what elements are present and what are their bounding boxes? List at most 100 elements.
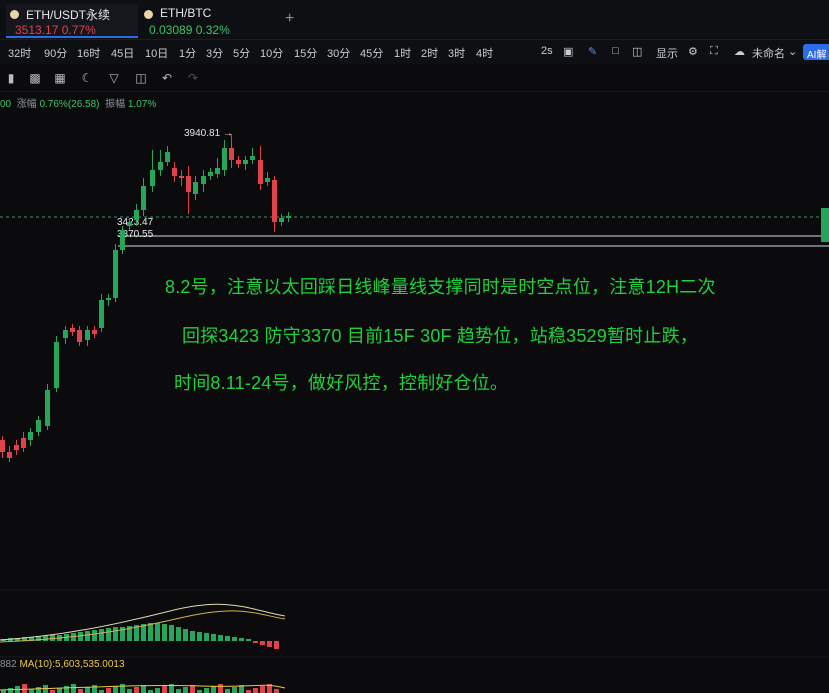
candle-body	[141, 186, 146, 210]
candle-body	[77, 330, 82, 342]
candle-body	[150, 170, 155, 186]
volume-bar	[64, 686, 69, 693]
redo-icon[interactable]: ↷	[186, 71, 200, 85]
layout-name[interactable]: 未命名	[752, 45, 785, 61]
candle-body	[265, 178, 270, 182]
macd-bar	[85, 631, 90, 641]
macd-bar	[246, 639, 251, 641]
interval-item[interactable]: 5分	[233, 45, 250, 61]
macd-bar	[225, 636, 230, 641]
macd-bar	[155, 623, 160, 641]
macd-bar	[92, 630, 97, 641]
candle-body	[208, 172, 213, 176]
tab-eth-btc[interactable]: ETH/BTC 0.03089 0.32%	[140, 4, 270, 38]
filter-icon[interactable]: ▽	[107, 71, 121, 85]
candle-body	[201, 176, 206, 184]
volume-bar	[274, 689, 279, 693]
macd-bar	[190, 631, 195, 641]
interval-item[interactable]: 32时	[8, 45, 31, 61]
interval-item[interactable]: 45日	[111, 45, 134, 61]
template-icon[interactable]: ▦	[53, 71, 67, 85]
interval-item[interactable]: 2时	[421, 45, 438, 61]
interval-item[interactable]: 45分	[360, 45, 383, 61]
macd-bar	[218, 635, 223, 641]
volume-bar	[57, 688, 62, 693]
annotation-line-2: 回探3423 防守3370 目前15F 30F 趋势位，站稳3529暂时止跌，	[182, 326, 698, 346]
interval-item[interactable]: 3分	[206, 45, 223, 61]
camera-icon[interactable]: ▣	[563, 45, 573, 58]
candle-body	[85, 330, 90, 340]
undo-icon[interactable]: ↶	[160, 71, 174, 85]
chevron-down-icon[interactable]: ⌄	[788, 45, 797, 58]
macd-bar	[274, 641, 279, 649]
interval-item[interactable]: 16时	[77, 45, 100, 61]
candle-body	[113, 250, 118, 298]
candle-style-icon[interactable]: ▮	[4, 71, 18, 85]
trash-icon[interactable]: ◫	[134, 71, 148, 85]
candle-body	[272, 180, 277, 222]
candle-body	[127, 222, 132, 226]
candle-body	[229, 148, 234, 160]
volume-bar	[127, 689, 132, 693]
macd-bar	[176, 627, 181, 641]
volume-bar	[36, 687, 41, 693]
macd-bar	[113, 627, 118, 641]
price-axis-marker	[821, 208, 829, 242]
candle-body	[279, 218, 284, 222]
pencil-icon[interactable]: ✎	[588, 45, 597, 58]
volume-bar	[134, 687, 139, 693]
candle-body	[45, 390, 50, 426]
macd-bar	[43, 636, 48, 641]
ai-button[interactable]: AI解	[803, 44, 829, 61]
candle-body	[7, 452, 12, 458]
macd-bar	[239, 638, 244, 641]
candle-body	[99, 300, 104, 328]
interval-item[interactable]: 10日	[145, 45, 168, 61]
candle-body	[0, 440, 5, 452]
candle-body	[92, 330, 97, 334]
tab-eth-usdt[interactable]: ETH/USDT永续 3513.17 0.77%	[6, 4, 138, 38]
macd-bar	[232, 637, 237, 641]
interval-item[interactable]: 30分	[327, 45, 350, 61]
volume-bar	[113, 686, 118, 693]
cloud-icon[interactable]: ☁	[734, 45, 745, 58]
volume-bar	[162, 686, 167, 693]
volume-bar	[232, 687, 237, 693]
volume-bar	[71, 684, 76, 693]
add-tab-button[interactable]: +	[285, 10, 294, 28]
interval-item[interactable]: 1时	[394, 45, 411, 61]
crop-icon[interactable]: □	[612, 45, 619, 57]
indicator-icon[interactable]: ▩	[28, 71, 42, 85]
candle-body	[63, 330, 68, 338]
eth-coin-icon	[144, 10, 153, 19]
interval-item[interactable]: 3时	[448, 45, 465, 61]
grid-icon[interactable]: ◫	[632, 45, 642, 58]
candle-body	[258, 160, 263, 184]
ma-readout: 882 MA(10):5,603,535.0013	[0, 659, 125, 670]
tab-title: ETH/BTC	[160, 6, 212, 20]
tab-title: ETH/USDT永续	[26, 8, 111, 22]
candle-body	[179, 176, 184, 178]
display-menu[interactable]: 显示	[656, 45, 678, 61]
candle-body	[215, 168, 220, 174]
candle-body	[120, 230, 125, 250]
interval-item[interactable]: 15分	[294, 45, 317, 61]
annotation-line-3: 时间8.11-24号，做好风控，控制好仓位。	[174, 373, 509, 393]
macd-bar	[106, 628, 111, 641]
volume-bar	[253, 688, 258, 693]
tab-price-line: 3513.17 0.77%	[15, 23, 96, 37]
alert-icon[interactable]: ☾	[80, 71, 94, 85]
macd-bar	[148, 623, 153, 641]
annotation-line-1: 8.2号，注意以太回踩日线峰量线支撑同时是时空点位，注意12H二次	[165, 277, 716, 297]
fullscreen-icon[interactable]: ⛶	[710, 45, 718, 58]
interval-item[interactable]: 1分	[179, 45, 196, 61]
interval-item[interactable]: 10分	[260, 45, 283, 61]
interval-item[interactable]: 90分	[44, 45, 67, 61]
candlestick-chart[interactable]: 3940.81 → 3423.47 3370.55	[0, 110, 829, 693]
high-price-label: 3940.81	[184, 128, 221, 139]
settings-icon[interactable]: ⚙	[688, 45, 698, 58]
macd-bar	[267, 641, 272, 647]
volume-bar	[106, 688, 111, 693]
volume-bar	[218, 684, 223, 693]
interval-item[interactable]: 4时	[476, 45, 493, 61]
